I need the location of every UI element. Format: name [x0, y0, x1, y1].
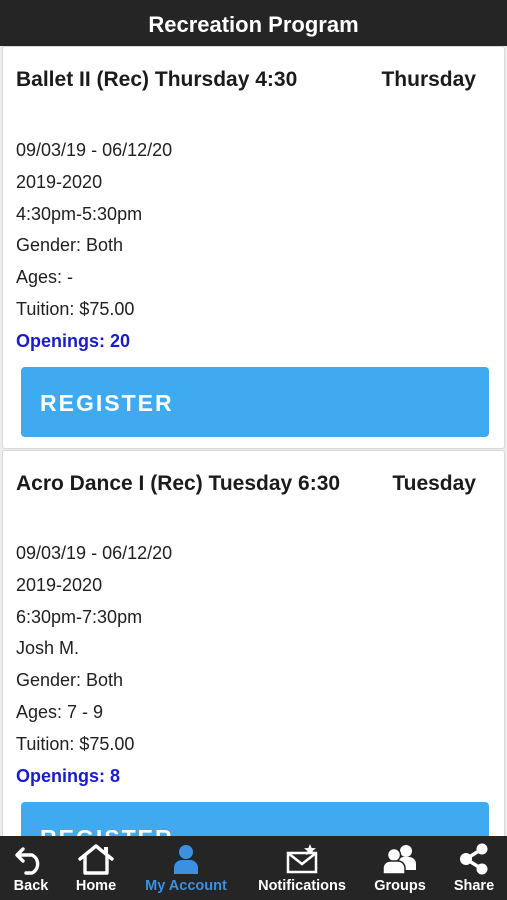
class-tuition: Tuition: $75.00	[16, 298, 135, 319]
bottom-tab-bar: Back Home My Account Notifications Group…	[0, 836, 507, 900]
tab-label: Back	[13, 878, 49, 894]
group-icon	[380, 843, 420, 880]
class-title: Ballet II (Rec) Thursday 4:30	[16, 68, 298, 91]
class-tuition: Tuition: $75.00	[16, 733, 135, 754]
class-title: Acro Dance I (Rec) Tuesday 6:30	[16, 472, 341, 495]
tab-label: Notifications	[258, 878, 346, 894]
class-details: 09/03/19 - 06/12/20 2019-2020 6:30pm-7:3…	[16, 538, 416, 792]
class-dates: 09/03/19 - 06/12/20	[16, 140, 173, 160]
class-ages: Ages: 7 - 9	[16, 701, 104, 722]
class-ages: Ages: -	[16, 267, 74, 288]
class-season: 2019-2020	[16, 171, 103, 192]
class-list[interactable]: Ballet II (Rec) Thursday 4:30 Thursday 0…	[0, 46, 507, 836]
class-gender: Gender: Both	[16, 235, 124, 256]
class-openings: Openings: 8	[16, 765, 121, 786]
class-details: 09/03/19 - 06/12/20 2019-2020 4:30pm-5:3…	[16, 135, 416, 358]
tab-groups[interactable]: Groups	[364, 836, 436, 900]
tab-notifications[interactable]: Notifications	[250, 836, 354, 900]
tab-home[interactable]: Home	[62, 836, 130, 900]
class-instructor: Josh M.	[16, 638, 80, 659]
tab-label: Home	[75, 878, 117, 894]
tab-label: My Account	[145, 878, 227, 894]
class-dates: 09/03/19 - 06/12/20	[16, 543, 173, 563]
register-button[interactable]: REGISTER	[21, 802, 489, 836]
register-button[interactable]: REGISTER	[21, 367, 489, 437]
share-icon	[457, 843, 491, 880]
tab-label: Groups	[374, 878, 426, 894]
class-season: 2019-2020	[16, 574, 103, 595]
class-day: Thursday	[381, 68, 476, 91]
tab-back[interactable]: Back	[0, 836, 62, 900]
class-card: Ballet II (Rec) Thursday 4:30 Thursday 0…	[2, 46, 505, 449]
user-icon	[171, 843, 201, 880]
envelope-star-icon	[285, 843, 319, 880]
class-card: Acro Dance I (Rec) Tuesday 6:30 Tuesday …	[2, 450, 505, 836]
class-day: Tuesday	[392, 472, 476, 495]
page-title: Recreation Program	[0, 0, 507, 46]
class-gender: Gender: Both	[16, 670, 124, 691]
class-time: 4:30pm-5:30pm	[16, 203, 143, 224]
tab-label: Share	[453, 878, 495, 894]
tab-my-account[interactable]: My Account	[136, 836, 236, 900]
back-arrow-icon	[14, 843, 48, 880]
class-openings: Openings: 20	[16, 330, 131, 351]
tab-share[interactable]: Share	[446, 836, 502, 900]
class-time: 6:30pm-7:30pm	[16, 606, 143, 627]
home-icon	[77, 843, 115, 880]
